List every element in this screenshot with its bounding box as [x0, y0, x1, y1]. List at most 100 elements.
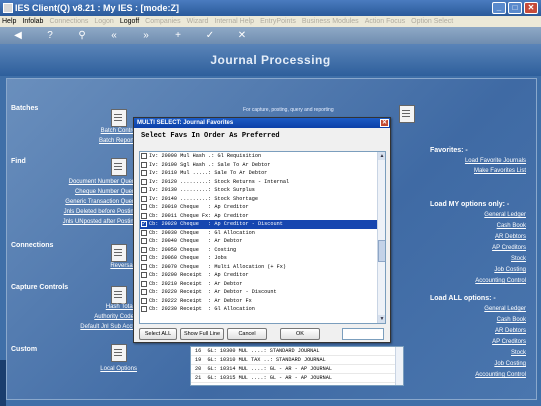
ok-button[interactable]: OK [280, 328, 320, 340]
table-row[interactable]: 16 GL: 10300 MUL ....: STANDARD JOURNAL [191, 347, 403, 356]
scroll-thumb[interactable] [378, 240, 385, 262]
checkbox[interactable] [141, 297, 147, 304]
scroll-down-icon[interactable]: ▼ [378, 315, 385, 323]
link-cheque-number-query[interactable]: Cheque Number Query [75, 189, 137, 195]
table-row[interactable]: 21 GL: 10315 MUL ....: GL - AR - AP JOUR… [191, 374, 403, 383]
link-general-ledger[interactable]: General Ledger [484, 306, 526, 312]
list-item[interactable]: Iv: 20100 Sgl Hash .: Sale To Ar Debtor [140, 161, 385, 170]
list-item[interactable]: Cb: 20050 Cheque : Costing [140, 246, 385, 255]
link-jnls-unposted[interactable]: Jnls UNposted after Posting [63, 219, 137, 225]
link-stock[interactable]: Stock [511, 256, 526, 262]
checkbox[interactable] [141, 161, 147, 168]
link-document-number-query[interactable]: Document Number Query [69, 179, 137, 185]
table-row[interactable]: 20 GL: 10314 MUL ....: GL - AR - AP JOUR… [191, 365, 403, 374]
checkbox[interactable] [141, 220, 147, 229]
menu-item[interactable]: Wizard [187, 16, 209, 27]
list-item[interactable]: Cb: 20200 Receipt : Ap Creditor [140, 271, 385, 280]
filter-input[interactable] [342, 328, 384, 340]
menu-item[interactable]: Internal Help [214, 16, 254, 27]
menu-item[interactable]: Logon [94, 16, 113, 27]
maximize-button[interactable]: □ [508, 2, 522, 14]
nav-left-icon[interactable]: « [108, 30, 120, 41]
link-ar-debtors[interactable]: AR Debtors [495, 234, 526, 240]
ok-icon[interactable]: ✓ [204, 30, 216, 41]
add-icon[interactable]: + [172, 30, 184, 41]
list-item[interactable]: Cb: 20011 Cheque Fx: Ap Creditor [140, 212, 385, 221]
list-item[interactable]: Cb: 20040 Cheque : Ar Debtor [140, 237, 385, 246]
list-item[interactable]: Cb: 20220 Receipt : Ar Debtor - Discount [140, 288, 385, 297]
menu-item[interactable]: Action Focus [365, 16, 405, 27]
link-general-ledger[interactable]: General Ledger [484, 212, 526, 218]
link-stock[interactable]: Stock [511, 350, 526, 356]
back-icon[interactable]: ◀ [12, 30, 24, 41]
checkbox[interactable] [141, 263, 147, 270]
menu-item[interactable]: Infolab [22, 16, 43, 27]
checkbox[interactable] [141, 195, 147, 202]
scrollbar[interactable]: ▲ ▼ [377, 152, 385, 323]
checkbox[interactable] [141, 280, 147, 287]
checkbox[interactable] [141, 289, 147, 295]
link-ar-debtors[interactable]: AR Debtors [495, 328, 526, 334]
checkbox[interactable] [141, 255, 147, 261]
list-item[interactable]: Iv: 20090 Mul Hash .: Gl Requisition [140, 152, 385, 161]
list-item[interactable]: Cb: 20210 Receipt : Ar Debtor [140, 280, 385, 289]
link-cash-book[interactable]: Cash Book [497, 223, 526, 229]
link-cash-book[interactable]: Cash Book [497, 317, 526, 323]
checkbox[interactable] [141, 187, 147, 193]
list-item[interactable]: Iv: 20120 .........: Stock Returns - Int… [140, 178, 385, 187]
menu-item[interactable]: Help [2, 16, 16, 27]
cancel-button[interactable]: Cancel [227, 328, 267, 340]
list-item[interactable]: Iv: 20140 .........: Stock Shortage [140, 195, 385, 204]
list-item[interactable]: Cb: 20070 Cheque : Multi Allocation (+ F… [140, 263, 385, 272]
list-item[interactable]: Cb: 20222 Receipt : Ar Debtor Fx [140, 297, 385, 306]
list-item[interactable]: Cb: 20230 Receipt : Gl Allocation [140, 305, 385, 314]
link-generic-transaction-query[interactable]: Generic Transaction Query [65, 199, 137, 205]
menu-item[interactable]: Logoff [120, 16, 139, 27]
menu-item[interactable]: Option Select [411, 16, 453, 27]
link-load-favorite-journals[interactable]: Load Favorite Journals [465, 158, 526, 164]
list-item[interactable]: Iv: 20130 .........: Stock Surplus [140, 186, 385, 195]
link-ap-creditors[interactable]: AP Creditors [492, 339, 526, 345]
nav-right-icon[interactable]: » [140, 30, 152, 41]
close-icon[interactable]: ✕ [236, 30, 248, 41]
checkbox[interactable] [141, 170, 147, 176]
scroll-up-icon[interactable]: ▲ [378, 152, 385, 160]
checkbox[interactable] [141, 178, 147, 185]
menu-item[interactable]: Business Modules [302, 16, 359, 27]
list-item[interactable]: Cb: 20030 Cheque : Gl Allocation [140, 229, 385, 238]
list-item[interactable]: Iv: 20110 Mul .....: Sale To Ar Debtor [140, 169, 385, 178]
link-authority-codes[interactable]: Authority Codes [94, 314, 137, 320]
checkbox[interactable] [141, 212, 147, 219]
checkbox[interactable] [141, 153, 147, 159]
list-item[interactable]: Cb: 20060 Cheque : Jobs [140, 254, 385, 263]
checkbox[interactable] [141, 272, 147, 278]
table-row[interactable]: 19 GL: 10310 MUL TAX ..: STANDARD JOURNA… [191, 356, 403, 365]
list-item[interactable]: Cb: 20020 Cheque : Ap Creditor - Discoun… [140, 220, 385, 229]
minimize-button[interactable]: _ [492, 2, 506, 14]
menu-item[interactable]: EntryPoints [260, 16, 296, 27]
link-accounting-control[interactable]: Accounting Control [475, 278, 526, 284]
search-icon[interactable]: ⚲ [76, 30, 88, 41]
checkbox[interactable] [141, 246, 147, 253]
link-batch-control[interactable]: Batch Control [101, 128, 137, 134]
scrollbar[interactable] [395, 347, 403, 385]
show-full-line-button[interactable]: Show Full Line [180, 328, 224, 340]
checkbox[interactable] [141, 204, 147, 210]
close-window-button[interactable]: ✕ [524, 2, 538, 14]
link-job-costing[interactable]: Job Costing [494, 361, 526, 367]
link-accounting-control[interactable]: Accounting Control [475, 372, 526, 378]
help-icon[interactable]: ? [44, 30, 56, 41]
checkbox[interactable] [141, 229, 147, 236]
checkbox[interactable] [141, 238, 147, 244]
link-batch-reports[interactable]: Batch Reports [99, 138, 137, 144]
link-jnls-deleted[interactable]: Jnls Deleted before Posting [64, 209, 137, 215]
select-all-button[interactable]: Select ALL [139, 328, 177, 340]
list-item[interactable]: Cb: 20010 Cheque : Ap Creditor [140, 203, 385, 212]
favorites-listbox[interactable]: Iv: 20090 Mul Hash .: Gl Requisition Iv: … [139, 151, 386, 324]
link-ap-creditors[interactable]: AP Creditors [492, 245, 526, 251]
link-default-jnl-sub-accts[interactable]: Default Jnl Sub Accts [80, 324, 137, 330]
link-local-options[interactable]: Local Options [100, 366, 137, 372]
menu-item[interactable]: Connections [49, 16, 88, 27]
link-job-costing[interactable]: Job Costing [494, 267, 526, 273]
dialog-close-icon[interactable]: ✕ [380, 119, 389, 127]
